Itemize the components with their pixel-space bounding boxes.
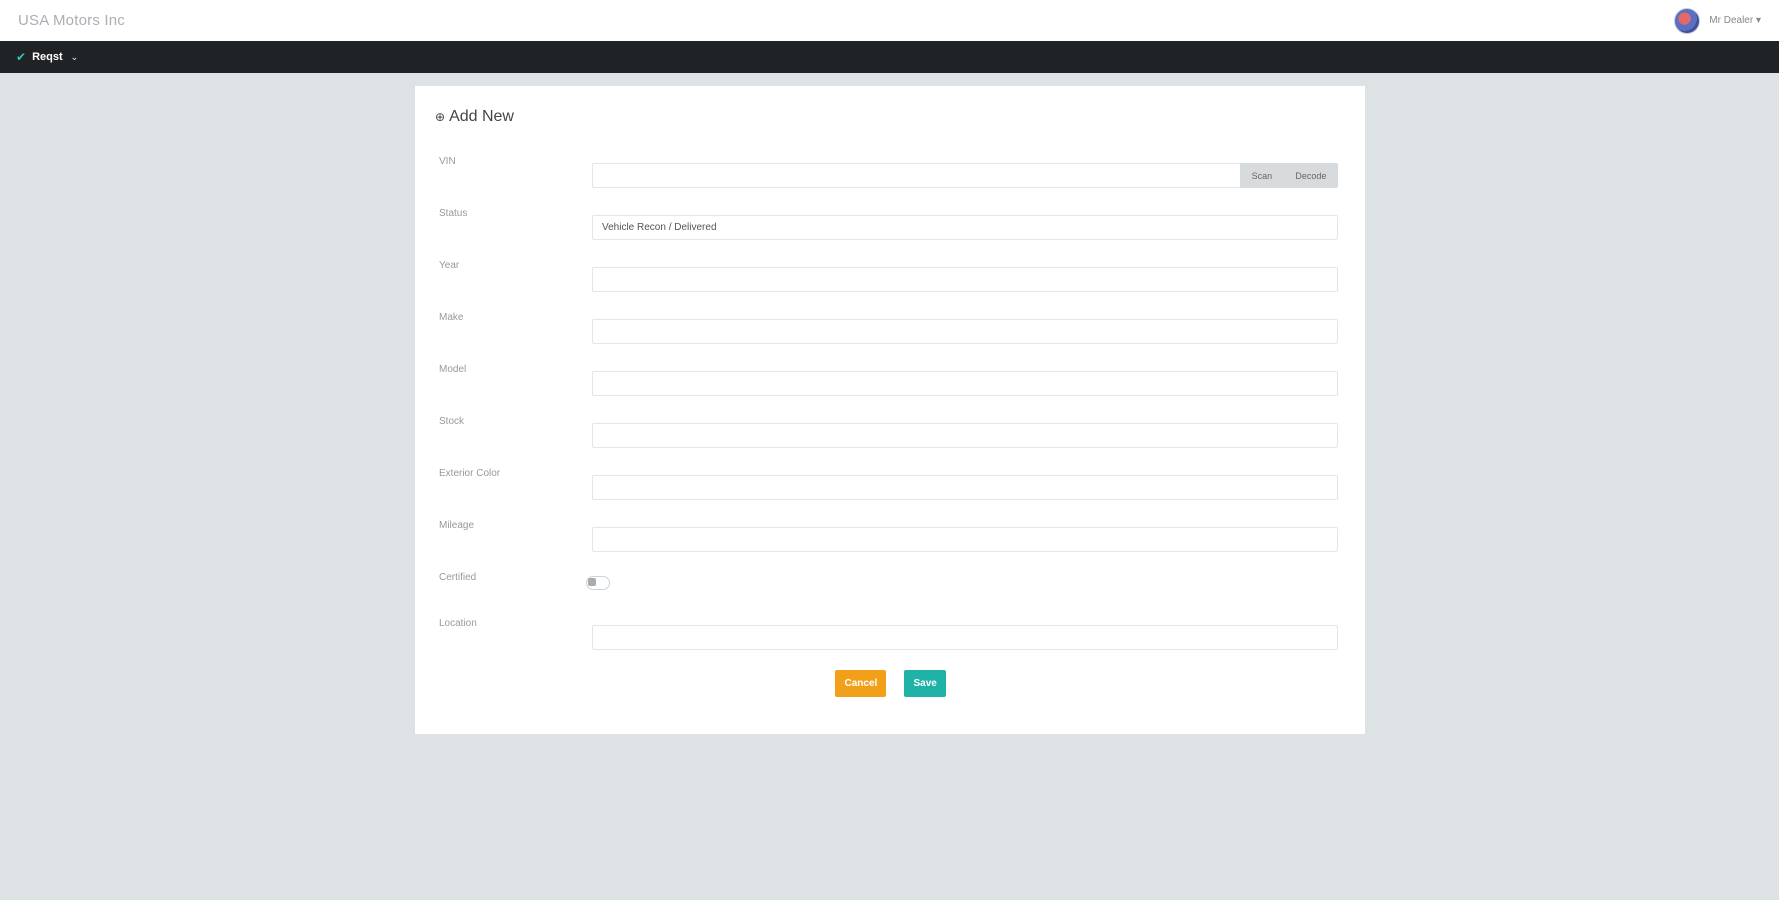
exterior-color-label: Exterior Color [439, 468, 501, 479]
nav-item-requests[interactable]: ✔ Reqst ⌄ [16, 50, 78, 64]
location-label: Location [439, 618, 477, 629]
mileage-label: Mileage [439, 520, 475, 531]
location-input[interactable] [592, 625, 1338, 650]
stock-input[interactable] [592, 423, 1338, 448]
year-input[interactable] [592, 267, 1338, 292]
exterior-color-input[interactable] [592, 475, 1338, 500]
nav-item-label: Reqst [32, 51, 63, 63]
status-label: Status [439, 208, 468, 219]
certified-label: Certified [439, 572, 477, 583]
form-actions: Cancel Save [415, 670, 1365, 697]
brand-name[interactable]: USA Motors Inc [18, 12, 125, 29]
decode-button[interactable]: Decode [1295, 171, 1326, 181]
vin-input[interactable] [592, 163, 1240, 188]
model-label: Model [439, 364, 467, 375]
make-input[interactable] [592, 319, 1338, 344]
user-menu[interactable]: Mr Dealer ▾ [1674, 7, 1761, 34]
main-navbar: ✔ Reqst ⌄ [0, 41, 1779, 73]
chevron-down-icon: ⌄ [70, 51, 79, 62]
form-title: ⊕ Add New [435, 108, 514, 126]
status-select[interactable]: Vehicle Recon / Delivered [592, 215, 1338, 240]
toggle-knob [588, 578, 596, 586]
mileage-input[interactable] [592, 527, 1338, 552]
check-icon: ✔ [16, 50, 27, 64]
form-title-text: Add New [449, 108, 514, 125]
stock-label: Stock [439, 416, 465, 427]
save-button[interactable]: Save [903, 670, 946, 697]
user-name[interactable]: Mr Dealer ▾ [1709, 15, 1761, 26]
add-new-form-card: ⊕ Add New VIN Scan Decode Status Vehicle… [415, 86, 1365, 734]
vin-label: VIN [439, 156, 456, 167]
certified-toggle[interactable] [586, 576, 610, 590]
top-header: USA Motors Inc Mr Dealer ▾ [0, 0, 1779, 41]
add-icon: ⊕ [435, 110, 446, 124]
avatar[interactable] [1674, 7, 1701, 34]
year-label: Year [439, 260, 460, 271]
scan-button[interactable]: Scan [1252, 171, 1273, 181]
model-input[interactable] [592, 371, 1338, 396]
make-label: Make [439, 312, 464, 323]
vin-button-group: Scan Decode [1240, 163, 1338, 188]
cancel-button[interactable]: Cancel [834, 670, 886, 697]
